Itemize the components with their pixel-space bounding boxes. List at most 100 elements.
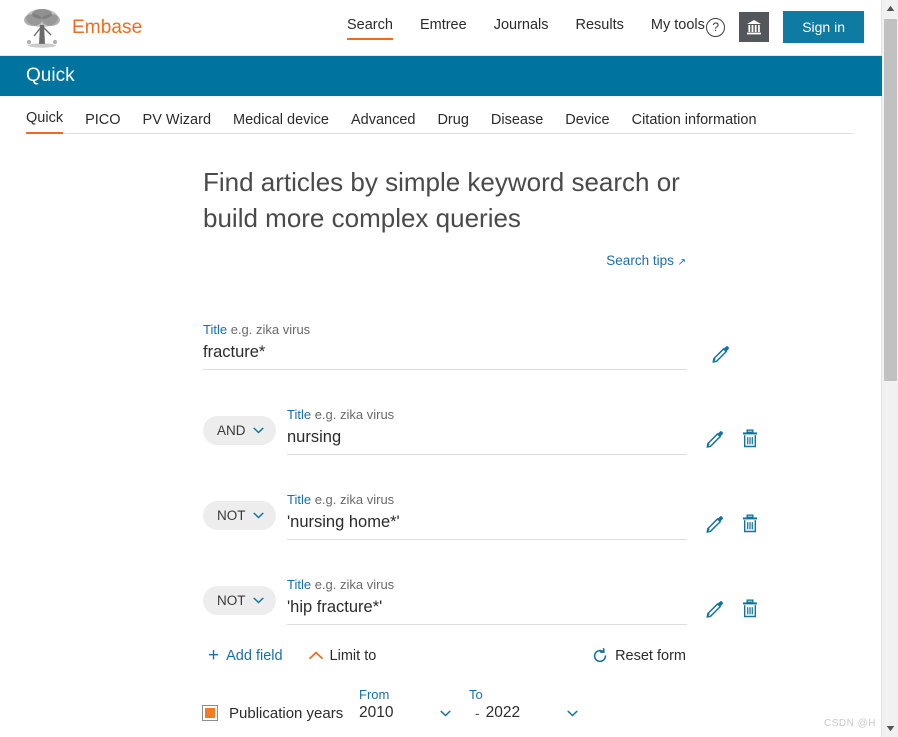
add-field-button[interactable]: + Add field (208, 646, 283, 665)
triangle-up-icon (886, 5, 894, 11)
scroll-down-button[interactable] (882, 720, 898, 737)
search-tips-link[interactable]: Search tips ↗ (606, 253, 686, 268)
nav-item-emtree[interactable]: Emtree (420, 17, 467, 40)
brand-logo[interactable]: Embase (22, 6, 142, 49)
query-input-3[interactable] (287, 511, 687, 540)
field-label-example: e.g. zika virus (230, 322, 311, 337)
year-range-separator: - (475, 705, 480, 721)
nav-item-results[interactable]: Results (576, 17, 624, 40)
publication-years-filter: From To Publication years 2010 - 2022 (202, 687, 723, 722)
operator-slot: AND (203, 416, 287, 455)
publication-years-label: Publication years (229, 704, 344, 722)
operator-slot: NOT (203, 501, 287, 540)
banner-title: Quick (26, 65, 75, 86)
scroll-up-button[interactable] (882, 0, 898, 17)
chevron-down-icon (252, 512, 264, 519)
row-actions (709, 342, 731, 370)
operator-dropdown-4[interactable]: NOT (203, 586, 276, 615)
form-actions: + Add field Limit to Reset form (203, 646, 686, 665)
query-input-wrap: Title e.g. zika virus (287, 492, 687, 540)
row-actions (703, 597, 761, 625)
field-label-title: Title (287, 577, 312, 592)
section-banner: Quick (0, 56, 881, 96)
nav-item-search[interactable]: Search (347, 17, 393, 40)
edit-field-button-3[interactable] (703, 512, 725, 534)
query-field-list: Title e.g. zika virus fracture* AND Titl… (203, 306, 881, 625)
chevron-down-icon (252, 427, 264, 434)
sign-in-button[interactable]: Sign in (783, 11, 864, 43)
tab-advanced[interactable]: Advanced (351, 112, 416, 134)
year-from-value: 2010 (359, 704, 394, 721)
publication-years-headers: From To (203, 687, 723, 702)
chevron-down-icon (567, 710, 578, 716)
field-label: Title e.g. zika virus (287, 577, 687, 592)
chevron-up-icon (308, 651, 323, 660)
year-from-dropdown[interactable]: 2010 (359, 704, 469, 722)
year-to-value: 2022 (485, 704, 521, 721)
triangle-down-icon (886, 726, 895, 732)
operator-label-3: NOT (217, 508, 246, 523)
year-to-dropdown[interactable]: 2022 (486, 704, 596, 722)
edit-field-button-1[interactable] (709, 342, 731, 364)
tab-pico[interactable]: PICO (85, 112, 120, 134)
search-tips-label: Search tips (606, 253, 674, 268)
query-input-1[interactable] (203, 341, 687, 370)
query-input-2[interactable] (287, 426, 687, 455)
operator-label-2: AND (217, 423, 246, 438)
search-type-tabs: Quick PICO PV Wizard Medical device Adva… (0, 96, 881, 134)
external-link-arrow-icon: ↗ (677, 257, 686, 268)
delete-field-button-4[interactable] (739, 597, 761, 619)
pencil-icon (705, 515, 723, 533)
publication-years-checkbox[interactable] (202, 705, 218, 721)
row-actions (703, 512, 761, 540)
question-circle-icon[interactable]: ? (706, 17, 726, 37)
edit-field-button-4[interactable] (703, 597, 725, 619)
chevron-down-icon (440, 710, 451, 716)
field-label-example: e.g. zika virus (314, 407, 395, 422)
banner-edge-overflow (876, 56, 882, 96)
query-input-4[interactable] (287, 596, 687, 625)
embase-tree-icon (22, 6, 62, 49)
scrollbar-thumb[interactable] (884, 19, 897, 381)
tab-medical-device[interactable]: Medical device (233, 112, 329, 134)
nav-item-journals[interactable]: Journals (494, 17, 549, 40)
tab-drug[interactable]: Drug (437, 112, 468, 134)
main-nav: Search Emtree Journals Results My tools (347, 17, 705, 40)
query-row: NOT Title e.g. zika virus (203, 561, 881, 625)
chevron-down-icon (252, 597, 264, 604)
vertical-scrollbar[interactable] (876, 0, 898, 737)
reset-form-button[interactable]: Reset form (592, 647, 686, 664)
nav-item-my-tools[interactable]: My tools (651, 17, 705, 40)
plus-icon: + (208, 645, 220, 666)
edit-field-button-2[interactable] (703, 427, 725, 449)
tab-disease[interactable]: Disease (491, 112, 543, 134)
field-label: Title e.g. zika virus (203, 322, 687, 337)
operator-label-4: NOT (217, 593, 246, 608)
row-actions (703, 427, 761, 455)
tab-device[interactable]: Device (565, 112, 609, 134)
pencil-icon (705, 600, 723, 618)
operator-dropdown-2[interactable]: AND (203, 416, 276, 445)
delete-field-button-2[interactable] (739, 427, 761, 449)
limit-to-button[interactable]: Limit to (308, 647, 377, 664)
refresh-icon (593, 647, 607, 662)
tab-pv-wizard[interactable]: PV Wizard (143, 112, 212, 134)
pencil-icon (711, 345, 729, 363)
institution-icon[interactable] (739, 12, 770, 42)
query-input-wrap: Title e.g. zika virus (287, 407, 687, 455)
tab-citation-information[interactable]: Citation information (632, 112, 757, 134)
top-header: Embase Search Emtree Journals Results My… (0, 0, 881, 56)
field-label-title: Title (287, 407, 312, 422)
brand-name: Embase (72, 16, 143, 38)
page-title: Find articles by simple keyword search o… (203, 167, 680, 233)
trash-icon (742, 428, 758, 447)
limit-to-label: Limit to (329, 647, 377, 664)
field-label-example: e.g. zika virus (314, 577, 395, 592)
field-label-title: Title (287, 492, 312, 507)
operator-dropdown-3[interactable]: NOT (203, 501, 276, 530)
delete-field-button-3[interactable] (739, 512, 761, 534)
to-label: To (469, 687, 483, 702)
page-viewport: Embase Search Emtree Journals Results My… (0, 0, 881, 737)
operator-slot: NOT (203, 586, 287, 625)
tab-quick[interactable]: Quick (26, 110, 64, 134)
